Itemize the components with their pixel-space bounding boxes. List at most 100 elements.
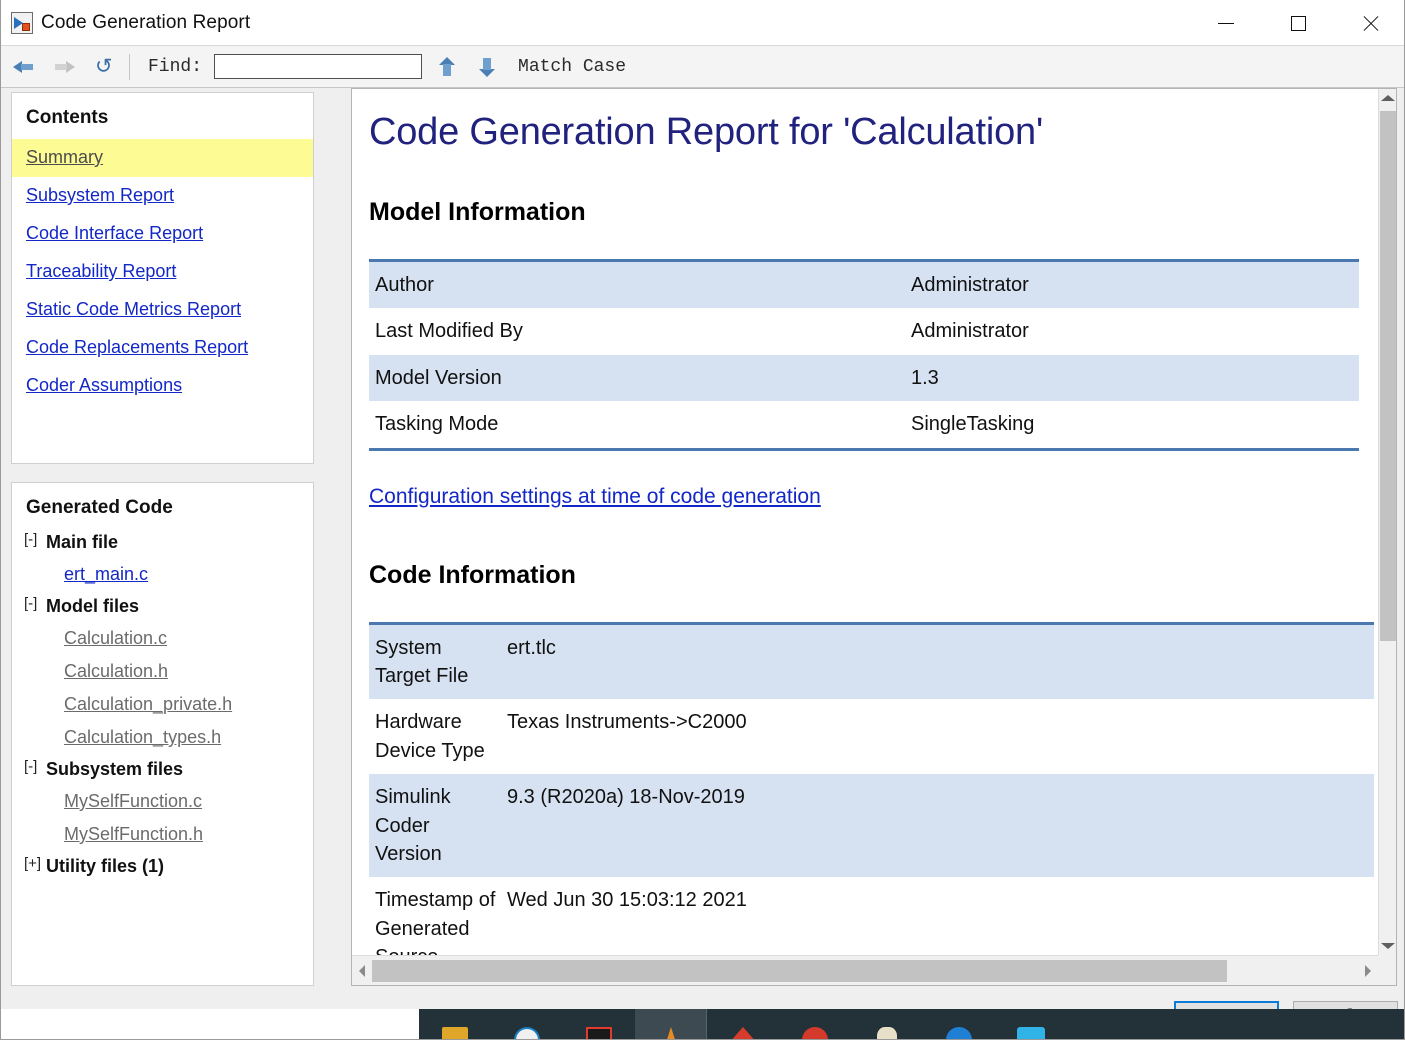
model-information-table: Author Administrator Last Modified By Ad…: [369, 259, 1359, 451]
page-title: Code Generation Report for 'Calculation': [369, 111, 1043, 153]
content-scroll-up-button[interactable]: [1379, 89, 1396, 107]
tree-group-label: Subsystem files: [46, 759, 184, 779]
file-link-myselffunction-c[interactable]: MySelfFunction.c: [12, 785, 313, 818]
toolbar: ↻ Find: Match Case: [1, 46, 1404, 88]
contents-title: Contents: [26, 107, 109, 128]
scroll-left-icon: [359, 965, 365, 977]
refresh-button[interactable]: ↻: [87, 52, 121, 82]
scroll-down-icon: [1381, 943, 1395, 949]
content-vertical-scrollbar[interactable]: [1378, 89, 1396, 955]
sidebar-item-code-replacements-report[interactable]: Code Replacements Report: [12, 329, 313, 367]
file-link-calculation-private-h[interactable]: Calculation_private.h: [12, 688, 313, 721]
title-bar: Code Generation Report: [1, 0, 1404, 46]
collapse-toggle-icon[interactable]: [-]: [24, 595, 46, 612]
taskbar-item-browser[interactable]: [491, 1009, 563, 1039]
sidebar-item-subsystem-report[interactable]: Subsystem Report: [12, 177, 313, 215]
tree-group-utility-files[interactable]: [+] Utility files (1): [12, 851, 313, 882]
taskbar-item-edge[interactable]: [923, 1009, 995, 1039]
sidebar-item-code-interface-report[interactable]: Code Interface Report: [12, 215, 313, 253]
find-previous-button[interactable]: [432, 52, 462, 82]
taskbar-item-record[interactable]: [779, 1009, 851, 1039]
scroll-right-icon: [1365, 965, 1371, 977]
content-hscroll-thumb[interactable]: [372, 960, 1227, 982]
table-cell-value: 9.3 (R2020a) 18-Nov-2019: [501, 774, 1374, 878]
contents-panel: Contents Summary Subsystem Report Code I…: [11, 92, 314, 464]
code-information-table: System Target File ert.tlc Hardware Devi…: [369, 621, 1374, 955]
table-cell-key: Hardware Device Type: [375, 711, 485, 762]
table-row: Model Version 1.3: [369, 354, 1359, 402]
table-cell-key: Author: [369, 260, 905, 309]
tree-group-model-files[interactable]: [-] Model files: [12, 591, 313, 622]
content-scroll-left-button[interactable]: [352, 956, 372, 985]
terminal-icon: [586, 1027, 612, 1039]
taskbar-item-paint[interactable]: [851, 1009, 923, 1039]
tree-group-label: Main file: [46, 532, 119, 552]
sidebar-item-static-code-metrics-report[interactable]: Static Code Metrics Report: [12, 291, 313, 329]
content-scroll-thumb[interactable]: [1380, 111, 1396, 641]
main-body: Contents Summary Subsystem Report Code I…: [1, 88, 1404, 998]
table-cell-key: Simulink Coder Version: [369, 774, 501, 878]
tree-group-subsystem-files[interactable]: [-] Subsystem files: [12, 754, 313, 785]
toolbar-divider: [129, 53, 130, 80]
match-case-option[interactable]: Match Case: [518, 57, 626, 77]
taskbar-item-terminal[interactable]: [563, 1009, 635, 1039]
forward-arrow-icon: [53, 59, 75, 75]
table-cell-value: Administrator: [911, 320, 1029, 343]
forward-button[interactable]: [47, 52, 81, 82]
scrollbar-corner: [1378, 955, 1396, 985]
tree-group-label: Utility files (1): [46, 856, 165, 876]
file-link-calculation-h[interactable]: Calculation.h: [12, 655, 313, 688]
table-cell-value: Administrator: [905, 260, 1359, 309]
table-cell-value: 1.3: [905, 354, 1359, 402]
taskbar-item-matlab[interactable]: [635, 1009, 707, 1039]
contents-list: Summary Subsystem Report Code Interface …: [12, 139, 313, 405]
window-controls: [1190, 0, 1404, 46]
refresh-icon: ↻: [95, 55, 113, 78]
search-input[interactable]: [214, 54, 423, 79]
close-icon: [1362, 15, 1379, 32]
report-content-frame: Code Generation Report for 'Calculation'…: [351, 88, 1397, 986]
table-row: Timestamp of Generated Source Wed Jun 30…: [369, 877, 1374, 955]
table-row: Simulink Coder Version 9.3 (R2020a) 18-N…: [369, 774, 1374, 878]
table-row: Author Administrator: [369, 260, 1359, 309]
taskbar-left-gap: [1, 1009, 419, 1039]
generated-code-tree: [-] Main file ert_main.c [-] Model files…: [12, 527, 313, 882]
table-row: Hardware Device Type Texas Instruments->…: [369, 699, 1374, 774]
tree-group-main-file[interactable]: [-] Main file: [12, 527, 313, 558]
back-button[interactable]: [7, 52, 41, 82]
taskbar-item-home[interactable]: [707, 1009, 779, 1039]
content-scroll-right-button[interactable]: [1358, 956, 1378, 985]
edge-icon: [946, 1027, 972, 1039]
sidebar-item-summary[interactable]: Summary: [12, 139, 313, 177]
sidebar-item-coder-assumptions[interactable]: Coder Assumptions: [12, 367, 313, 405]
minimize-button[interactable]: [1190, 0, 1262, 46]
table-cell-value: ert.tlc: [501, 623, 1374, 700]
content-horizontal-scrollbar[interactable]: [352, 955, 1396, 985]
minimize-icon: [1218, 22, 1234, 24]
generated-code-title: Generated Code: [26, 497, 173, 518]
report-document: Code Generation Report for 'Calculation'…: [352, 89, 1380, 955]
table-cell-key: Tasking Mode: [375, 413, 499, 436]
sidebar-item-traceability-report[interactable]: Traceability Report: [12, 253, 313, 291]
file-link-calculation-types-h[interactable]: Calculation_types.h: [12, 721, 313, 754]
arrow-down-icon: [479, 57, 496, 77]
sidebar: Contents Summary Subsystem Report Code I…: [11, 88, 326, 998]
scroll-up-icon: [1381, 95, 1395, 101]
file-link-ert-main-c[interactable]: ert_main.c: [12, 558, 313, 591]
configuration-settings-link[interactable]: Configuration settings at time of code g…: [369, 485, 821, 509]
find-next-button[interactable]: [472, 52, 502, 82]
file-link-calculation-c[interactable]: Calculation.c: [12, 622, 313, 655]
collapse-toggle-icon[interactable]: [-]: [24, 758, 46, 775]
taskbar-item-media[interactable]: [995, 1009, 1067, 1039]
arrow-up-icon: [439, 56, 456, 77]
taskbar-item-folder[interactable]: [419, 1009, 491, 1039]
browser-icon: [514, 1027, 540, 1039]
table-row: Tasking Mode SingleTasking: [369, 401, 1359, 449]
collapse-toggle-icon[interactable]: [-]: [24, 531, 46, 548]
expand-toggle-icon[interactable]: [+]: [24, 855, 46, 872]
maximize-button[interactable]: [1262, 0, 1334, 46]
file-link-myselffunction-h[interactable]: MySelfFunction.h: [12, 818, 313, 851]
record-icon: [802, 1027, 828, 1039]
content-scroll-down-button[interactable]: [1379, 937, 1396, 955]
close-button[interactable]: [1334, 0, 1404, 46]
